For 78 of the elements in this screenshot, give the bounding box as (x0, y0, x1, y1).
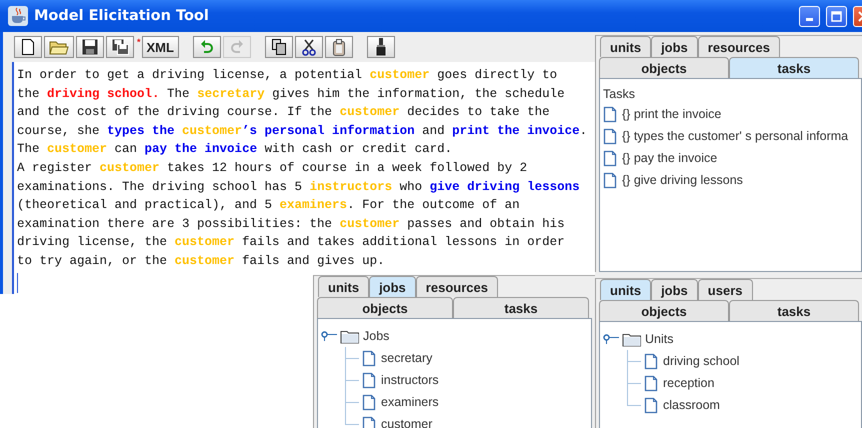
cup-icon (8, 6, 28, 26)
tree-item[interactable]: instructors (381, 373, 439, 387)
undo-icon (200, 40, 213, 54)
tree-item[interactable]: examiners (381, 395, 439, 409)
task-item[interactable]: {} types the customer' s personal informa (622, 129, 848, 143)
toolbar-button[interactable] (14, 36, 42, 58)
xml-button[interactable]: XML (142, 36, 179, 58)
tree-item[interactable]: customer (381, 417, 432, 428)
tree-item[interactable]: secretary (381, 351, 432, 365)
page-icon (21, 39, 35, 55)
floppy-disks-icon (112, 39, 128, 55)
file-icon (644, 352, 658, 370)
task-item[interactable]: {} give driving lessons (622, 173, 743, 187)
tree-root[interactable]: Jobs (363, 329, 390, 343)
tab[interactable]: jobs (369, 276, 416, 297)
text-line: A register customer takes 12 hours of course in a week followed by 2 (17, 160, 528, 177)
tab[interactable]: jobs (651, 36, 698, 57)
task-item[interactable]: {} print the invoice (622, 107, 722, 121)
brush-icon (376, 38, 386, 56)
expanded-handle-icon[interactable] (321, 331, 337, 341)
tree-item[interactable]: driving school (663, 354, 740, 368)
tab[interactable]: units (600, 279, 652, 300)
file-icon (644, 396, 658, 414)
text-line: driving license, the customer fails and takes additional lessons in order (17, 234, 566, 252)
tab[interactable]: objects (599, 300, 729, 321)
folder-icon (340, 328, 360, 344)
text-line: the driving school. The secretary gives him the information, the schedule (17, 86, 566, 103)
folder-icon (49, 40, 69, 54)
tab[interactable]: resources (416, 276, 498, 297)
list-title: Tasks (603, 87, 635, 101)
toolbar-button[interactable] (264, 36, 293, 58)
tab[interactable]: tasks (729, 300, 859, 321)
tab[interactable]: objects (317, 297, 453, 318)
text-line: The customer can pay the invoice with cash or credit card. (17, 141, 454, 158)
file-icon (603, 172, 617, 188)
tab[interactable]: jobs (651, 279, 698, 300)
text-line: to try again, or the customer fails and gives up. (17, 252, 386, 270)
text-line: and the cost of the driving course. If the customer decides to take the (17, 104, 551, 122)
toolbar-button[interactable] (106, 36, 134, 58)
tab[interactable]: units (600, 36, 652, 57)
text-line: (theoretical and practical), and 5 examiners. For the outcome of an (17, 197, 521, 214)
task-item[interactable]: {} pay the invoice (622, 151, 718, 165)
minimize-button[interactable] (799, 6, 820, 26)
tab[interactable]: units (318, 276, 370, 297)
file-icon (644, 374, 658, 392)
scissors-icon (302, 38, 316, 56)
maximize-button[interactable] (826, 6, 847, 26)
toolbar-button[interactable] (324, 36, 353, 58)
modified-mark: * (137, 37, 141, 47)
clipboard-icon (332, 38, 345, 56)
file-icon (362, 350, 376, 366)
tree-item[interactable]: classroom (663, 398, 720, 412)
text-line: course, she types the customer’s personal information and print the invoice. (17, 122, 588, 140)
copy-icon (272, 39, 286, 55)
toolbar-button[interactable] (294, 36, 323, 58)
tab[interactable]: users (698, 279, 752, 300)
tab[interactable]: objects (599, 57, 729, 78)
text-line: examinations. The driving school has 5 instructors who give driving lessons (17, 178, 581, 196)
window-title: Model Elicitation Tool (34, 8, 210, 24)
tab[interactable]: tasks (729, 57, 859, 78)
tab[interactable]: resources (698, 36, 780, 57)
file-icon (603, 150, 617, 166)
maximize-icon (831, 10, 842, 22)
file-icon (603, 106, 617, 122)
folder-icon (622, 332, 642, 346)
redo-icon (230, 40, 243, 54)
file-icon (362, 372, 376, 388)
tree-root[interactable]: Units (645, 332, 674, 346)
file-icon (603, 128, 617, 144)
minimize-icon (806, 18, 813, 21)
expanded-handle-icon[interactable] (603, 334, 619, 344)
file-icon (362, 394, 376, 410)
tab[interactable]: tasks (453, 297, 589, 318)
tree-item[interactable]: reception (663, 376, 714, 390)
toolbar-button[interactable] (366, 36, 395, 58)
toolbar-button[interactable] (76, 36, 104, 58)
text-line: examination there are 3 possibilities: the customer passes and obtain his (17, 216, 566, 233)
text-line: In order to get a driving license, a potential customer goes directly to (17, 67, 558, 84)
